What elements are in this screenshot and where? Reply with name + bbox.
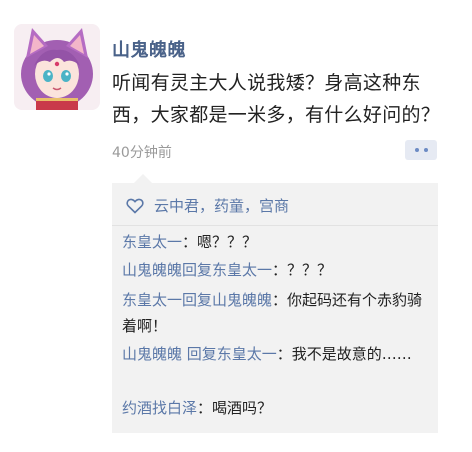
reply-item[interactable]: 东皇太一回复山鬼魄魄：你起码还有个赤豹骑着啊！	[122, 287, 428, 339]
reply-author[interactable]: 约酒找白泽	[122, 399, 197, 417]
divider	[112, 225, 438, 226]
reply-author[interactable]: 山鬼魄魄回复东皇太一	[122, 261, 272, 279]
reply-text: 嗯？？？	[197, 233, 258, 251]
comment-dots-icon	[414, 148, 419, 152]
likes-row: 云中君，药童，宫商	[126, 195, 289, 216]
post-text: 听闻有灵主大人说我矮？身高这种东西，大家都是一米多，有什么好问的？	[112, 72, 441, 126]
reply-text: 喝酒吗？	[212, 399, 273, 417]
heart-outline-icon[interactable]	[126, 198, 144, 214]
post-timestamp: 40分钟前	[112, 145, 172, 161]
reply-item[interactable]: 山鬼魄魄回复东皇太一：？？？	[122, 257, 428, 283]
reply-author[interactable]: 东皇太一回复山鬼魄魄	[122, 291, 272, 309]
reply-item[interactable]: 山鬼魄魄 回复东皇太一：我不是故意的……	[122, 341, 428, 367]
reply-text: ？？？	[287, 261, 333, 279]
reply-separator: ：	[276, 345, 292, 363]
comment-dots-icon	[423, 148, 428, 152]
reply-box: 云中君，药童，宫商 东皇太一：嗯？？？ 山鬼魄魄回复东皇太一：？？？ 东皇太一回…	[112, 174, 438, 433]
reply-separator: ：	[272, 261, 288, 279]
reply-separator: ：	[272, 291, 288, 309]
reply-separator: ：	[197, 399, 213, 417]
avatar-illustration	[14, 24, 100, 110]
reply-text: 我不是故意的……	[291, 345, 412, 363]
avatar[interactable]	[14, 24, 100, 110]
post-username[interactable]: 山鬼魄魄	[112, 36, 186, 62]
reply-item[interactable]: 东皇太一：嗯？？？	[122, 229, 428, 255]
reply-author[interactable]: 东皇太一	[122, 233, 182, 251]
comment-button[interactable]	[405, 140, 437, 160]
reply-author[interactable]: 山鬼魄魄 回复东皇太一	[122, 345, 277, 363]
reply-item[interactable]: 约酒找白泽：喝酒吗？	[122, 395, 428, 421]
likes-names[interactable]: 云中君，药童，宫商	[154, 195, 289, 216]
reply-separator: ：	[182, 233, 198, 251]
